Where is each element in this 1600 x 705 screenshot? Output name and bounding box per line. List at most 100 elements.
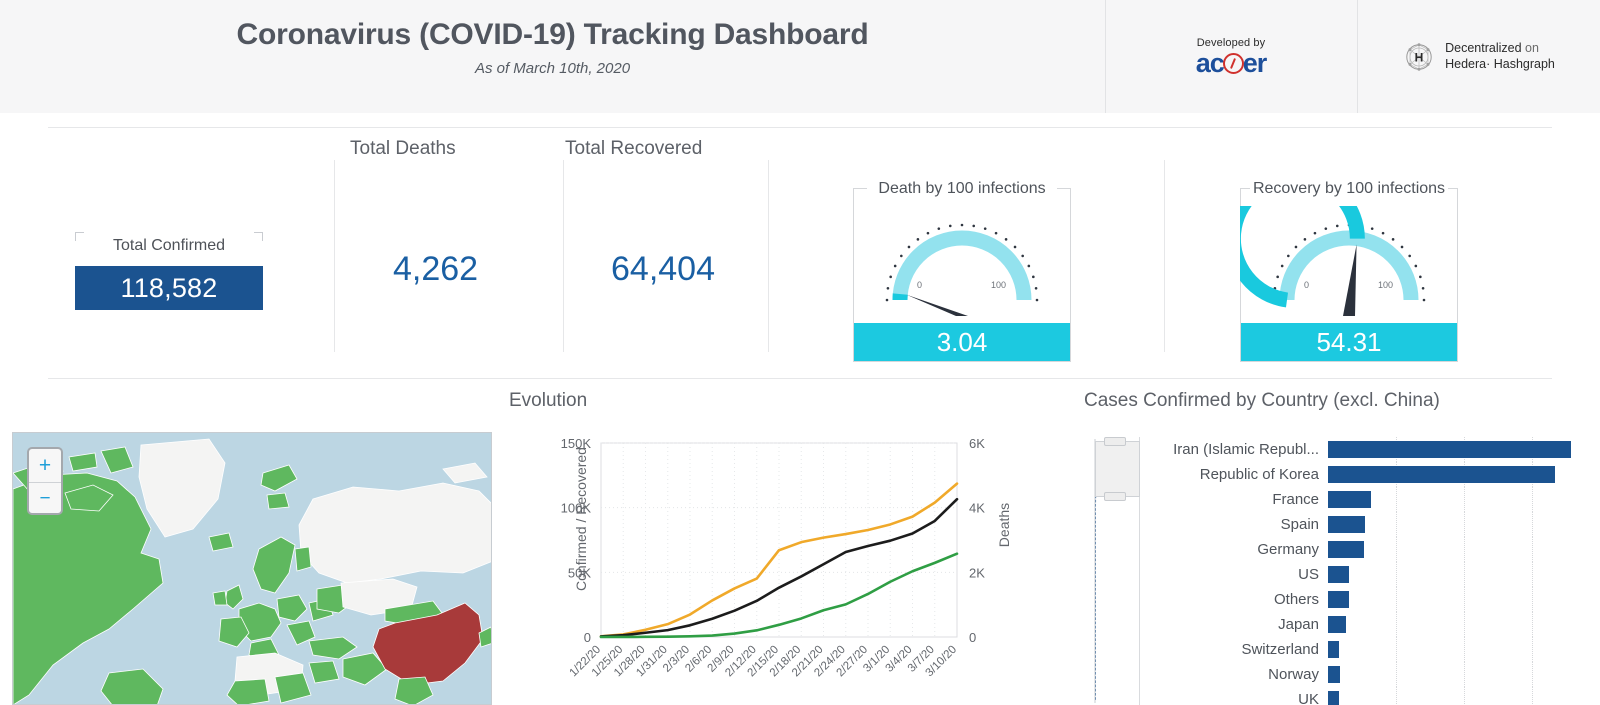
bar-track	[1328, 512, 1600, 537]
evolution-chart[interactable]: Confirmed / Recovered Deaths 0 50K 100K 150…	[509, 425, 1029, 705]
section-divider-top	[48, 127, 1552, 128]
svg-text:H: H	[1415, 50, 1424, 64]
evolution-y-axis-label: Confirmed / Recovered	[573, 447, 589, 591]
hedera-line2: Hedera· Hashgraph	[1445, 56, 1555, 71]
hedera-line1-strong: Decentralized	[1445, 40, 1522, 55]
bar-label: UK	[1298, 691, 1319, 705]
acoer-logo: Developed by ac er	[1105, 0, 1357, 113]
bar-row[interactable]: UK	[1160, 687, 1600, 705]
minimap-handle-bottom[interactable]	[1104, 492, 1126, 501]
dashboard-header: Coronavirus (COVID-19) Tracking Dashboar…	[0, 0, 1600, 113]
gauge-death-rate-value: 3.04	[936, 326, 988, 357]
bar-row[interactable]: France	[1160, 487, 1600, 512]
map-zoom-controls[interactable]: + −	[27, 447, 63, 515]
bar-rect[interactable]	[1328, 466, 1556, 483]
bar-row[interactable]: Republic of Korea	[1160, 462, 1600, 487]
bar-label: US	[1298, 566, 1319, 583]
bar-rect[interactable]	[1328, 516, 1366, 533]
bar-gridline	[1396, 512, 1397, 537]
bar-row[interactable]: US	[1160, 562, 1600, 587]
page-title: Coronavirus (COVID-19) Tracking Dashboar…	[236, 18, 869, 51]
gauge-death-rate-min: 0	[917, 280, 923, 290]
world-map[interactable]: + −	[12, 432, 492, 705]
bar-gridline	[1532, 512, 1533, 537]
gauge-death-rate-title: Death by 100 infections	[878, 180, 1046, 197]
bar-label: Japan	[1278, 616, 1319, 633]
bar-gridline	[1396, 687, 1397, 705]
svg-text:0: 0	[969, 630, 976, 645]
bar-rect[interactable]	[1328, 541, 1364, 558]
bar-label: Spain	[1280, 516, 1319, 533]
country-bar-chart[interactable]: Iran (Islamic Republ... Republic of Korea…	[1084, 425, 1600, 705]
bar-gridline	[1464, 512, 1465, 537]
map-zoom-in-button[interactable]: +	[29, 449, 61, 482]
bar-gridline	[1532, 537, 1533, 562]
bar-row[interactable]: Switzerland	[1160, 637, 1600, 662]
bar-row[interactable]: Spain	[1160, 512, 1600, 537]
bar-gridline	[1532, 612, 1533, 637]
bar-track	[1328, 637, 1600, 662]
hedera-line1-small: on	[1525, 40, 1539, 55]
bar-gridline	[1464, 587, 1465, 612]
bar-rect[interactable]	[1328, 616, 1346, 633]
bar-rect[interactable]	[1328, 591, 1350, 608]
bar-rect[interactable]	[1328, 641, 1340, 658]
hedera-logo: H Decentralized on Hedera· Hashgraph	[1357, 0, 1600, 113]
bar-gridline	[1396, 637, 1397, 662]
bar-gridline	[1532, 487, 1533, 512]
bar-label: Republic of Korea	[1199, 466, 1319, 483]
bar-gridline	[1532, 637, 1533, 662]
bar-gridline	[1464, 687, 1465, 705]
bar-gridline	[1464, 537, 1465, 562]
bar-chart-minimap[interactable]	[1084, 437, 1140, 705]
kpi-total-confirmed-label: Total Confirmed	[112, 237, 226, 254]
gauge-recovery-rate-readout: 54.31	[1241, 323, 1457, 361]
map-zoom-out-button[interactable]: −	[29, 482, 61, 515]
bar-row[interactable]: Others	[1160, 587, 1600, 612]
bar-track	[1328, 562, 1600, 587]
country-bars-title: Cases Confirmed by Country (excl. China)	[1084, 390, 1440, 411]
bar-rect[interactable]	[1328, 566, 1350, 583]
kpi-divider-2	[563, 160, 564, 352]
bar-label: Germany	[1257, 541, 1319, 558]
gauge-death-rate-dial	[853, 206, 1071, 319]
bar-rect[interactable]	[1328, 491, 1371, 508]
bar-track	[1328, 612, 1600, 637]
bar-row[interactable]: Germany	[1160, 537, 1600, 562]
acoer-wordmark: ac er	[1195, 47, 1268, 78]
evolution-y2-axis-label: Deaths	[996, 502, 1012, 548]
minimap-handle-top[interactable]	[1104, 437, 1126, 446]
acoer-wordmark-prefix: ac	[1195, 47, 1225, 78]
bar-gridline	[1464, 562, 1465, 587]
kpi-total-deaths-label: Total Deaths	[350, 138, 456, 159]
bar-track	[1328, 662, 1600, 687]
hedera-logo-text: Decentralized on Hedera· Hashgraph	[1445, 41, 1555, 72]
bar-gridline	[1464, 487, 1465, 512]
page-subtitle: As of March 10th, 2020	[474, 60, 631, 77]
bar-gridline	[1396, 587, 1397, 612]
bar-row[interactable]: Japan	[1160, 612, 1600, 637]
kpi-total-deaths-value: 4,262	[393, 250, 479, 288]
bar-gridline	[1532, 662, 1533, 687]
hedera-hashgraph-icon: H	[1402, 40, 1436, 74]
title-block: Coronavirus (COVID-19) Tracking Dashboar…	[0, 18, 1105, 77]
bar-rect[interactable]	[1328, 691, 1340, 705]
gauge-death-rate-max: 100	[991, 280, 1007, 290]
bar-gridline	[1396, 662, 1397, 687]
kpi-total-recovered-value: 64,404	[611, 250, 715, 288]
bar-gridline	[1396, 612, 1397, 637]
bar-rect[interactable]	[1328, 666, 1341, 683]
minimap-selection-window[interactable]	[1095, 437, 1140, 501]
bar-row[interactable]: Norway	[1160, 662, 1600, 687]
bar-track	[1328, 687, 1600, 705]
kpi-divider-1	[334, 160, 335, 352]
bar-gridline	[1396, 487, 1397, 512]
bar-rect[interactable]	[1328, 441, 1572, 458]
bar-gridline	[1464, 612, 1465, 637]
bar-track	[1328, 487, 1600, 512]
bar-rows-container: Iran (Islamic Republ... Republic of Korea…	[1160, 437, 1600, 705]
bar-label: Norway	[1268, 666, 1319, 683]
bar-row[interactable]: Iran (Islamic Republ...	[1160, 437, 1600, 462]
bar-gridline	[1532, 587, 1533, 612]
bar-track	[1328, 462, 1600, 487]
